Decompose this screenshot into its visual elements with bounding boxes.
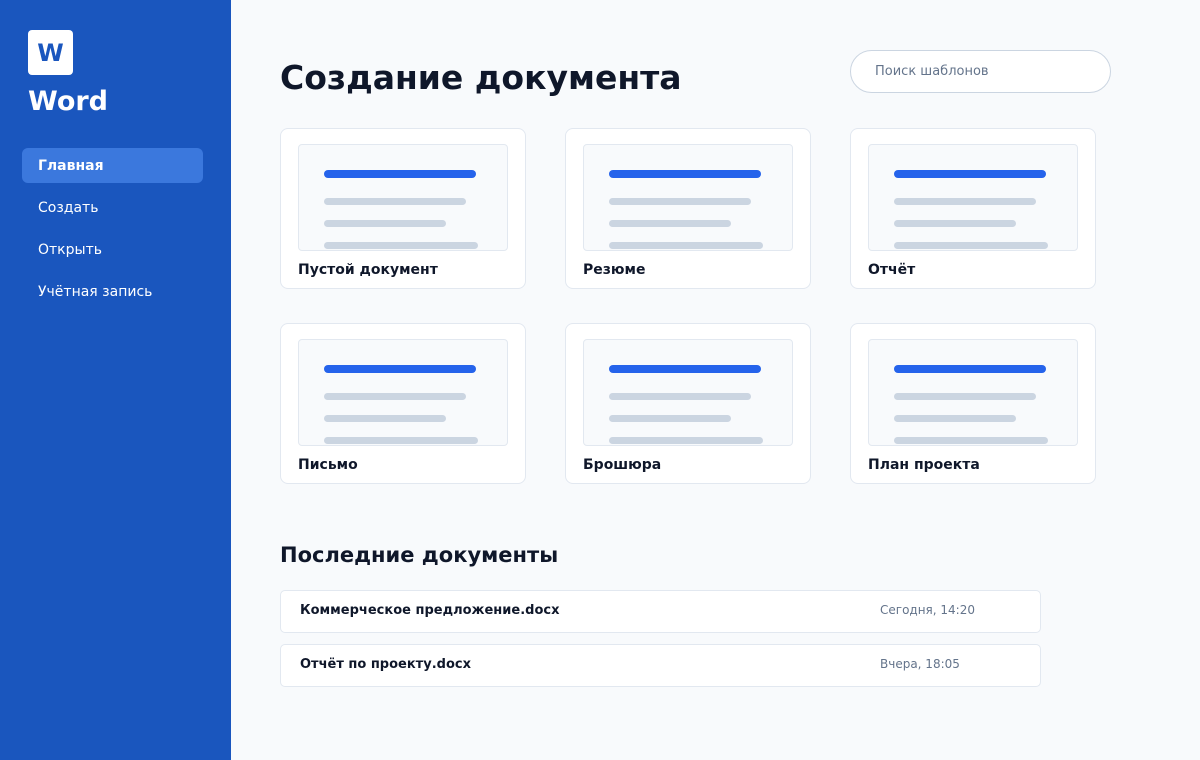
- document-time: Вчера, 18:05: [880, 657, 960, 671]
- recent-documents-title: Последние документы: [280, 543, 559, 567]
- sidebar-item-label: Главная: [38, 157, 104, 174]
- template-card-blank[interactable]: Пустой документ: [280, 128, 526, 289]
- template-card-report[interactable]: Отчёт: [850, 128, 1096, 289]
- document-name: Коммерческое предложение.docx: [300, 603, 560, 618]
- sidebar-item-label: Учётная запись: [38, 283, 153, 300]
- template-card-project-plan[interactable]: План проекта: [850, 323, 1096, 484]
- template-thumbnail: [868, 144, 1078, 251]
- template-thumbnail: [298, 144, 508, 251]
- sidebar-item-create[interactable]: Создать: [22, 190, 203, 225]
- template-label: Брошюра: [583, 457, 662, 473]
- app-name: Word: [28, 86, 109, 117]
- template-thumbnail: [583, 144, 793, 251]
- sidebar-item-label: Открыть: [38, 241, 102, 258]
- search-input[interactable]: [850, 50, 1111, 93]
- logo-letter: W: [37, 38, 64, 67]
- template-label: Пустой документ: [298, 262, 438, 278]
- recent-document-row[interactable]: Коммерческое предложение.docx Сегодня, 1…: [280, 590, 1041, 633]
- template-label: Отчёт: [868, 262, 916, 278]
- document-name: Отчёт по проекту.docx: [300, 657, 471, 672]
- app-window: W Word Главная Создать Открыть Учётная з…: [0, 0, 1200, 760]
- template-thumbnail: [583, 339, 793, 446]
- sidebar-item-home[interactable]: Главная: [22, 148, 203, 183]
- template-card-letter[interactable]: Письмо: [280, 323, 526, 484]
- template-card-brochure[interactable]: Брошюра: [565, 323, 811, 484]
- sidebar-nav: Главная Создать Открыть Учётная запись: [22, 148, 203, 316]
- word-logo-icon: W: [28, 30, 73, 75]
- page-title: Создание документа: [280, 58, 682, 97]
- recent-document-row[interactable]: Отчёт по проекту.docx Вчера, 18:05: [280, 644, 1041, 687]
- template-thumbnail: [298, 339, 508, 446]
- sidebar-item-account[interactable]: Учётная запись: [22, 274, 203, 309]
- document-time: Сегодня, 14:20: [880, 603, 975, 617]
- sidebar-item-label: Создать: [38, 199, 99, 216]
- sidebar: W Word Главная Создать Открыть Учётная з…: [0, 0, 231, 760]
- template-label: План проекта: [868, 457, 980, 473]
- template-label: Резюме: [583, 262, 646, 278]
- template-card-resume[interactable]: Резюме: [565, 128, 811, 289]
- template-thumbnail: [868, 339, 1078, 446]
- template-label: Письмо: [298, 457, 358, 473]
- sidebar-item-open[interactable]: Открыть: [22, 232, 203, 267]
